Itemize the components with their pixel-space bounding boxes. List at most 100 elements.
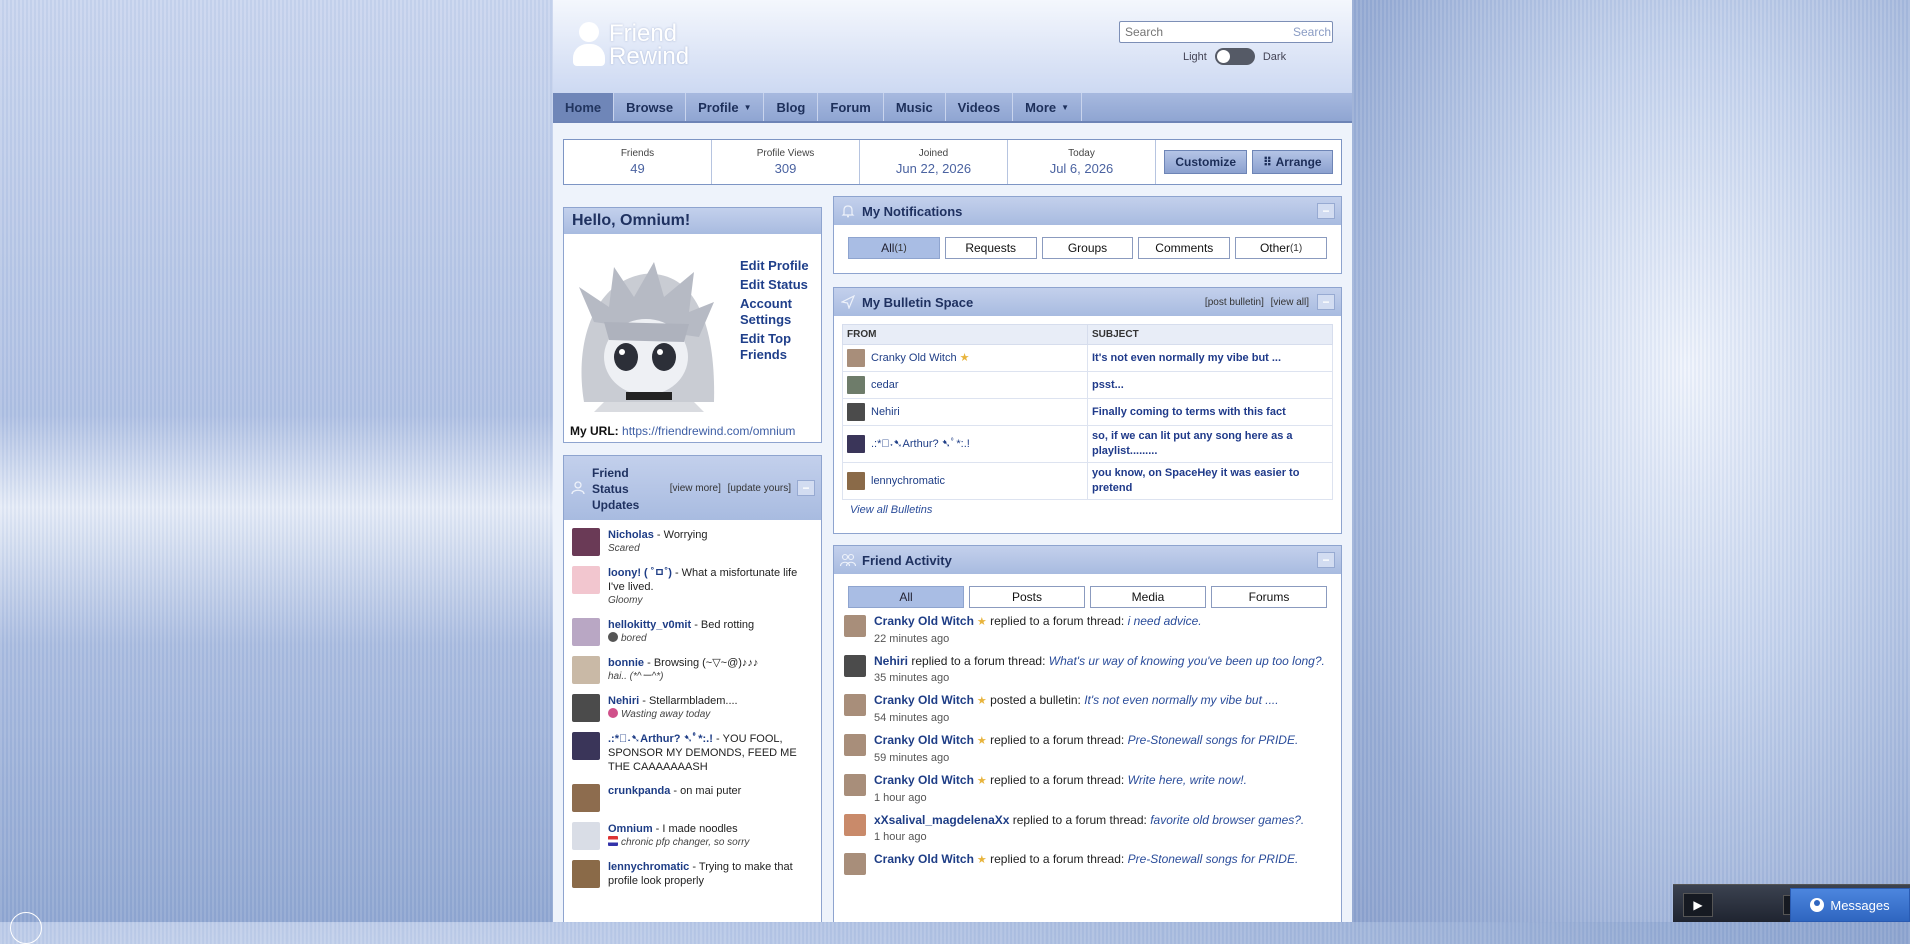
friend-avatar[interactable] <box>572 656 600 684</box>
activity-user-link[interactable]: Nehiri <box>874 654 908 668</box>
activity-tab-forums[interactable]: Forums <box>1211 586 1327 608</box>
update-yours-link[interactable]: [update yours] <box>728 483 791 494</box>
friend-name-link[interactable]: bonnie <box>608 657 644 669</box>
collapse-bulletin-button[interactable]: − <box>1317 294 1335 310</box>
account-settings-link[interactable]: Account Settings <box>740 296 820 328</box>
edit-profile-link[interactable]: Edit Profile <box>740 258 820 274</box>
post-bulletin-link[interactable]: [post bulletin] <box>1205 297 1264 308</box>
nav-home[interactable]: Home <box>553 93 615 121</box>
notif-tab-comments[interactable]: Comments <box>1138 237 1231 259</box>
nav-forum[interactable]: Forum <box>818 93 884 121</box>
bulletin-subject-link[interactable]: It's not even normally my vibe but ... <box>1087 344 1333 372</box>
search-button[interactable]: Search <box>1285 25 1339 39</box>
activity-user-link[interactable]: Cranky Old Witch <box>874 614 974 628</box>
nav-blog[interactable]: Blog <box>764 93 819 121</box>
bulletin-author-avatar[interactable] <box>847 435 865 454</box>
activity-tab-all[interactable]: All <box>848 586 964 608</box>
bulletin-subject-link[interactable]: you know, on SpaceHey it was easier to p… <box>1087 462 1333 500</box>
messages-button[interactable]: Messages <box>1790 888 1910 922</box>
bulletin-row[interactable]: .:*ﾟ˖➷Arthur? ➷ﾟ*:.! so, if we can lit pu… <box>842 425 1333 463</box>
friend-avatar[interactable] <box>572 784 600 812</box>
bulletin-row[interactable]: Nehiri Finally coming to terms with this … <box>842 398 1333 426</box>
activity-user-link[interactable]: Cranky Old Witch <box>874 852 974 866</box>
friend-avatar[interactable] <box>844 655 866 677</box>
bulletin-author-link[interactable]: lennychromatic <box>871 475 945 487</box>
activity-object-link[interactable]: Write here, write now!. <box>1128 773 1247 787</box>
nav-videos[interactable]: Videos <box>946 93 1014 121</box>
friend-name-link[interactable]: Nehiri <box>608 695 639 707</box>
stat-friends[interactable]: Friends 49 <box>564 140 712 184</box>
friend-avatar[interactable] <box>844 615 866 637</box>
friend-name-link[interactable]: hellokitty_v0mit <box>608 619 691 631</box>
nav-more[interactable]: More ▼ <box>1013 93 1083 121</box>
bulletin-row[interactable]: Cranky Old Witch ★ It's not even normally … <box>842 344 1333 372</box>
friend-avatar[interactable] <box>844 694 866 716</box>
bulletin-author-link[interactable]: Cranky Old Witch <box>871 352 957 364</box>
bulletin-row[interactable]: lennychromatic you know, on SpaceHey it w… <box>842 462 1333 500</box>
notif-tab-requests[interactable]: Requests <box>944 237 1037 259</box>
friend-avatar[interactable] <box>572 860 600 888</box>
collapse-activity-button[interactable]: − <box>1317 552 1335 568</box>
bulletin-subject-link[interactable]: Finally coming to terms with this fact <box>1087 398 1333 426</box>
bulletin-author-avatar[interactable] <box>847 472 865 490</box>
bulletin-subject-link[interactable]: so, if we can lit put any song here as a… <box>1087 425 1333 463</box>
corner-widget[interactable] <box>10 912 42 944</box>
view-all-bulletins-link[interactable]: [view all] <box>1271 297 1309 308</box>
activity-user-link[interactable]: Cranky Old Witch <box>874 733 974 747</box>
nav-profile[interactable]: Profile ▼ <box>686 93 765 121</box>
notif-tab-other[interactable]: Other (1) <box>1235 237 1327 259</box>
friend-avatar[interactable] <box>572 694 600 722</box>
collapse-status-button[interactable]: − <box>797 480 815 496</box>
bulletin-subject-link[interactable]: psst... <box>1087 371 1333 399</box>
activity-object-link[interactable]: Pre-Stonewall songs for PRIDE. <box>1128 852 1299 866</box>
bulletin-author-avatar[interactable] <box>847 376 865 394</box>
collapse-notifications-button[interactable]: − <box>1317 203 1335 219</box>
activity-object-link[interactable]: favorite old browser games?. <box>1150 813 1304 827</box>
activity-user-link[interactable]: xXsalival_magdelenaXx <box>874 813 1009 827</box>
site-logo[interactable]: Friend Rewind <box>573 22 689 69</box>
friend-avatar[interactable] <box>844 853 866 875</box>
friend-name-link[interactable]: lennychromatic <box>608 861 689 873</box>
theme-toggle[interactable] <box>1214 48 1255 65</box>
view-all-bulletins-button[interactable]: View all Bulletins <box>850 504 1341 516</box>
friend-avatar[interactable] <box>572 528 600 556</box>
friend-avatar[interactable] <box>844 814 866 836</box>
arrange-button[interactable]: ⠿ Arrange <box>1251 150 1333 174</box>
view-more-link[interactable]: [view more] <box>670 483 721 494</box>
bulletin-row[interactable]: cedar psst... <box>842 371 1333 399</box>
friend-name-link[interactable]: Nicholas <box>608 529 654 541</box>
edit-top-friends-link[interactable]: Edit Top Friends <box>740 331 820 363</box>
friend-avatar[interactable] <box>844 774 866 796</box>
customize-button[interactable]: Customize <box>1164 150 1248 174</box>
profile-avatar[interactable] <box>564 252 724 412</box>
bulletin-author-avatar[interactable] <box>847 349 865 367</box>
notif-tab-groups[interactable]: Groups <box>1041 237 1134 259</box>
friend-name-link[interactable]: crunkpanda <box>608 785 670 797</box>
activity-object-link[interactable]: Pre-Stonewall songs for PRIDE. <box>1128 733 1299 747</box>
bulletin-author-link[interactable]: Nehiri <box>871 406 900 418</box>
nav-browse[interactable]: Browse <box>614 93 687 121</box>
bulletin-author-link[interactable]: .:*ﾟ˖➷Arthur? ➷ﾟ*:.! <box>871 438 970 450</box>
friend-name-link[interactable]: Omnium <box>608 823 653 835</box>
bulletin-author-link[interactable]: cedar <box>871 379 899 391</box>
friend-avatar[interactable] <box>572 566 600 594</box>
activity-user-link[interactable]: Cranky Old Witch <box>874 773 974 787</box>
activity-tab-media[interactable]: Media <box>1090 586 1206 608</box>
notif-tab-all[interactable]: All (1) <box>848 237 940 259</box>
friend-avatar[interactable] <box>572 618 600 646</box>
my-url-link[interactable]: https://friendrewind.com/omnium <box>622 424 795 438</box>
activity-object-link[interactable]: It's not even normally my vibe but .... <box>1084 693 1278 707</box>
nav-music[interactable]: Music <box>884 93 946 121</box>
activity-object-link[interactable]: What's ur way of knowing you've been up … <box>1049 654 1325 668</box>
friend-name-link[interactable]: .:*ﾟ˖➷Arthur? ➷ﾟ*:.! <box>608 733 713 745</box>
play-button[interactable]: ▶ <box>1683 893 1713 917</box>
search-input[interactable] <box>1120 23 1285 41</box>
friend-name-link[interactable]: loony! ( ˚ㅁ˚) <box>608 567 672 579</box>
friend-avatar[interactable] <box>844 734 866 756</box>
activity-object-link[interactable]: i need advice. <box>1128 614 1202 628</box>
friend-avatar[interactable] <box>572 732 600 760</box>
edit-status-link[interactable]: Edit Status <box>740 277 820 293</box>
friend-avatar[interactable] <box>572 822 600 850</box>
activity-user-link[interactable]: Cranky Old Witch <box>874 693 974 707</box>
activity-tab-posts[interactable]: Posts <box>969 586 1085 608</box>
